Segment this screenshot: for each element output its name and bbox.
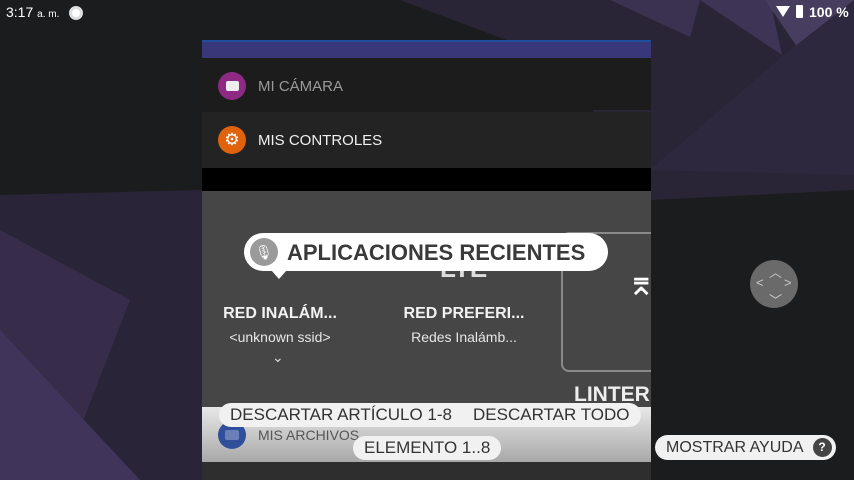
battery-level: 100 % (809, 4, 849, 20)
camera-icon (218, 72, 246, 100)
dismiss-item-button[interactable]: DESCARTAR ARTÍCULO 1-8 (219, 403, 464, 427)
app-label: MIS ARCHIVOS (258, 427, 360, 443)
recent-app-camera[interactable]: MI CÁMARA (202, 58, 651, 110)
show-help-button[interactable]: MOSTRAR AYUDA ? (655, 435, 836, 460)
app-label: MIS CONTROLES (258, 132, 383, 149)
element-indicator: ELEMENTO 1..8 (353, 436, 502, 460)
card-bottom (202, 462, 651, 480)
tooltip-arrow (271, 270, 287, 279)
chevron-down-icon[interactable]: ⌄ (272, 349, 284, 366)
wifi-icon (776, 6, 790, 17)
recent-app-controls[interactable]: ⚙ MIS CONTROLES (202, 112, 651, 168)
tooltip: 🎙 APLICACIONES RECIENTES (244, 233, 608, 279)
microphone-icon: 🎙 (250, 238, 278, 266)
network-tile-title[interactable]: RED PREFERI... (384, 305, 544, 323)
tooltip-text: APLICACIONES RECIENTES (287, 240, 586, 265)
divider (202, 168, 651, 191)
recent-card-top[interactable] (202, 40, 651, 58)
show-help-label: MOSTRAR AYUDA (666, 439, 804, 456)
navigation-dpad-icon[interactable]: ︿ ﹀ < > (750, 260, 798, 308)
dismiss-all-button[interactable]: DESCARTAR TODO (462, 403, 641, 427)
network-tile-subtitle: Redes Inalámb... (411, 329, 517, 345)
ampm: a. m. (37, 9, 60, 20)
flashlight-icon: ⌆ (627, 265, 651, 303)
sync-icon (69, 6, 83, 20)
battery-icon (796, 5, 803, 18)
app-label: MI CÁMARA (258, 78, 344, 95)
gear-icon: ⚙ (218, 126, 246, 154)
time: 3:17 (6, 4, 34, 20)
help-icon: ? (812, 438, 832, 457)
status-clock: 3:17 a. m. (6, 4, 59, 20)
wifi-tile-title[interactable]: RED INALÁM... (202, 305, 360, 323)
wifi-tile-subtitle: <unknown ssid> (229, 329, 331, 345)
